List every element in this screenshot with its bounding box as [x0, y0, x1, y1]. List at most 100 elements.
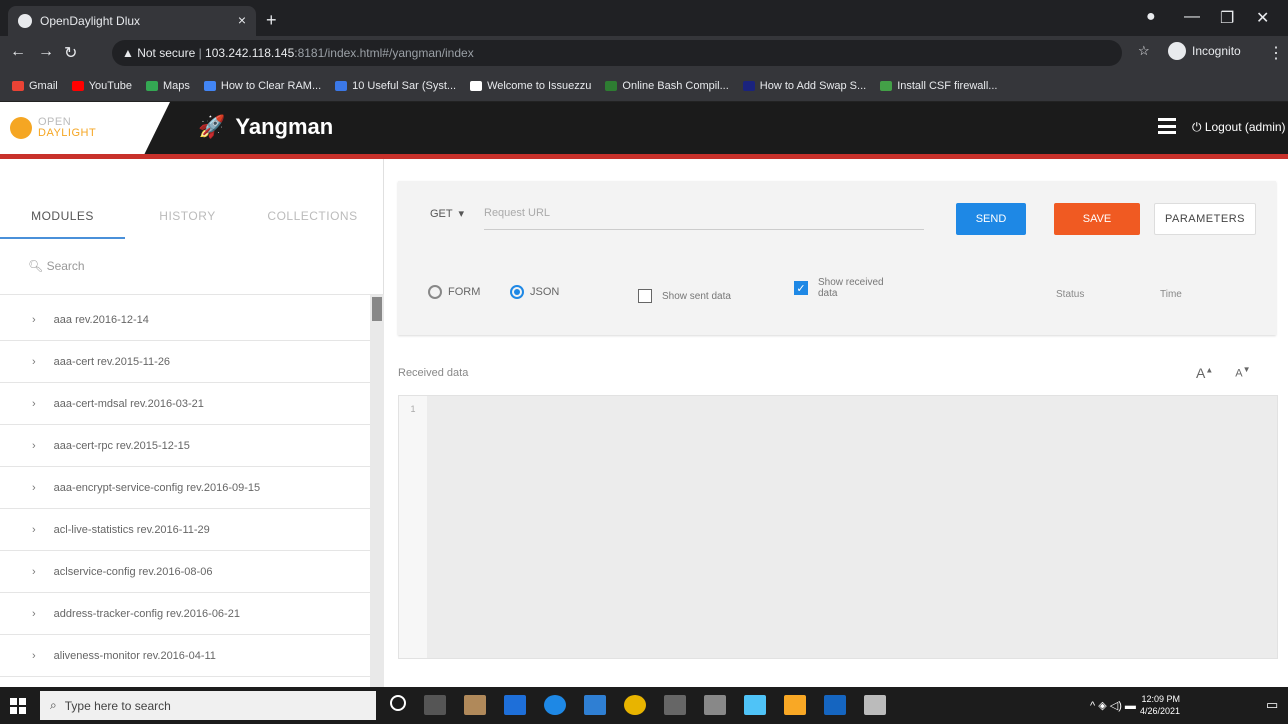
font-decrease-icon[interactable]: A▼	[1235, 365, 1250, 381]
list-item[interactable]: › acl-live-statistics rev.2016-11-29	[0, 509, 372, 551]
show-sent-checkbox[interactable]: Show sent data	[638, 289, 731, 303]
request-card: GET ▾ Request URL SEND SAVE PARAMETERS F…	[398, 181, 1276, 335]
checkbox-icon	[638, 289, 652, 303]
json-radio[interactable]: JSON	[510, 285, 559, 299]
back-icon[interactable]: ←	[10, 43, 26, 61]
show-received-checkbox[interactable]: ✓ Show received data	[794, 277, 898, 299]
windows-start-icon[interactable]	[10, 698, 26, 714]
request-url-input[interactable]: Request URL	[484, 207, 924, 230]
warning-icon: ▲	[122, 46, 138, 60]
bookmarks-bar: Gmail YouTube Maps How to Clear RAM... 1…	[0, 70, 1288, 102]
opendaylight-logo: OPEN DAYLIGHT	[0, 102, 170, 154]
browser-tab-strip: OpenDaylight Dlux × + ● — ❐ ✕	[0, 0, 1288, 36]
checkbox-checked-icon: ✓	[794, 281, 808, 295]
list-item[interactable]: › aaa-encrypt-service-config rev.2016-09-…	[0, 467, 372, 509]
list-item[interactable]: › aaa-cert rev.2015-11-26	[0, 341, 372, 383]
chevron-right-icon: ›	[32, 523, 36, 536]
list-item[interactable]: › aliveness-monitor rev.2016-04-11	[0, 635, 372, 677]
method-select[interactable]: GET ▾	[430, 207, 464, 220]
list-item[interactable]: › aaa-cert-rpc rev.2015-12-15	[0, 425, 372, 467]
task-view-icon[interactable]	[424, 695, 446, 715]
line-number: 1	[399, 396, 427, 658]
close-window-icon[interactable]: ✕	[1256, 8, 1269, 28]
list-item[interactable]: › aaa-cert-mdsal rev.2016-03-21	[0, 383, 372, 425]
scrollbar-thumb[interactable]	[372, 297, 382, 321]
bookmark-item[interactable]: Welcome to Issuezzu	[470, 80, 591, 92]
notification-icon[interactable]: ▭	[1266, 697, 1278, 713]
incognito-icon	[1168, 42, 1186, 60]
bookmark-item[interactable]: Install CSF firewall...	[880, 80, 997, 92]
font-increase-icon[interactable]: A▲	[1196, 365, 1213, 381]
tab-history[interactable]: HISTORY	[125, 199, 250, 239]
module-list-scrollbar[interactable]	[370, 295, 384, 687]
not-secure-label: Not secure	[137, 46, 196, 60]
list-item[interactable]: › address-tracker-config rev.2016-06-21	[0, 593, 372, 635]
taskbar-apps	[390, 695, 886, 715]
tab-title: OpenDaylight Dlux	[40, 14, 141, 28]
menu-dots-icon[interactable]: ⋮	[1268, 43, 1284, 63]
address-path: :8181/index.html#/yangman/index	[294, 46, 474, 60]
favicon-icon	[18, 14, 32, 28]
reload-icon[interactable]: ↻	[64, 43, 77, 63]
forward-icon[interactable]: →	[38, 43, 54, 61]
status-label: Status	[1056, 289, 1085, 300]
app-icon[interactable]	[584, 695, 606, 715]
star-icon[interactable]: ☆	[1138, 43, 1150, 59]
minimize-icon[interactable]: —	[1184, 8, 1200, 26]
system-tray-icons[interactable]: ^ ◈ ◁) ▬	[1090, 699, 1136, 712]
module-list: › aaa rev.2016-12-14 › aaa-cert rev.2015-1…	[0, 299, 372, 677]
edge-icon[interactable]	[544, 695, 566, 715]
bookmark-item[interactable]: How to Add Swap S...	[742, 80, 866, 92]
bookmark-item[interactable]: Gmail	[12, 80, 58, 92]
bookmark-item[interactable]: How to Clear RAM...	[203, 80, 321, 92]
app-icon[interactable]	[744, 695, 766, 715]
rocket-icon: 🚀	[198, 114, 226, 139]
bookmark-item[interactable]: Maps	[145, 80, 190, 92]
list-item[interactable]: › aclservice-config rev.2016-08-06	[0, 551, 372, 593]
chrome-icon[interactable]	[624, 695, 646, 715]
cortana-icon[interactable]	[390, 695, 406, 711]
send-button[interactable]: SEND	[956, 203, 1026, 235]
app-icon[interactable]	[504, 695, 526, 715]
browser-toolbar: ← → ↻ ▲ Not secure | 103.242.118.145 :81…	[0, 36, 1288, 70]
profile-icon[interactable]: ●	[1146, 8, 1156, 26]
bookmark-item[interactable]: Online Bash Compil...	[605, 80, 729, 92]
address-bar[interactable]: ▲ Not secure | 103.242.118.145 :8181/ind…	[112, 40, 1122, 66]
clock[interactable]: 12:09 PM 4/26/2021	[1140, 693, 1180, 717]
app-icon[interactable]	[664, 695, 686, 715]
word-icon[interactable]	[824, 695, 846, 715]
address-host: 103.242.118.145	[205, 46, 295, 60]
font-size-controls: A▲ A▼	[1196, 365, 1251, 381]
chevron-right-icon: ›	[32, 397, 36, 410]
form-radio[interactable]: FORM	[428, 285, 480, 299]
module-search-input[interactable]: 🔍︎ Search	[0, 245, 384, 295]
browser-tab[interactable]: OpenDaylight Dlux ×	[8, 6, 256, 36]
radio-icon	[428, 285, 442, 299]
incognito-label: Incognito	[1192, 44, 1241, 58]
hamburger-menu-icon[interactable]	[1158, 118, 1176, 134]
received-data-editor[interactable]: 1	[398, 395, 1278, 659]
maximize-icon[interactable]: ❐	[1220, 8, 1234, 28]
save-button[interactable]: SAVE	[1054, 203, 1140, 235]
tab-collections[interactable]: COLLECTIONS	[250, 199, 375, 239]
taskbar-search-input[interactable]: ⌕ Type here to search	[40, 691, 376, 720]
app-icon[interactable]	[784, 695, 806, 715]
tab-close-icon[interactable]: ×	[238, 12, 246, 28]
bookmark-item[interactable]: YouTube	[71, 80, 132, 92]
app-icon[interactable]	[864, 695, 886, 715]
chevron-right-icon: ›	[32, 355, 36, 368]
bookmark-item[interactable]: 10 Useful Sar (Syst...	[335, 80, 456, 92]
sidebar: MODULES HISTORY COLLECTIONS 🔍︎ Search › a…	[0, 159, 384, 687]
chevron-right-icon: ›	[32, 649, 36, 662]
radio-selected-icon	[510, 285, 524, 299]
list-item[interactable]: › aaa rev.2016-12-14	[0, 299, 372, 341]
logout-button[interactable]: ⏻ Logout (admin)	[1192, 120, 1286, 135]
tab-modules[interactable]: MODULES	[0, 199, 125, 239]
parameters-button[interactable]: PARAMETERS	[1154, 203, 1256, 235]
app-icon[interactable]	[704, 695, 726, 715]
store-icon[interactable]	[464, 695, 486, 715]
chevron-right-icon: ›	[32, 481, 36, 494]
new-tab-button[interactable]: +	[266, 10, 277, 31]
incognito-indicator[interactable]: Incognito	[1168, 42, 1241, 60]
search-icon: 🔍︎	[28, 259, 44, 273]
